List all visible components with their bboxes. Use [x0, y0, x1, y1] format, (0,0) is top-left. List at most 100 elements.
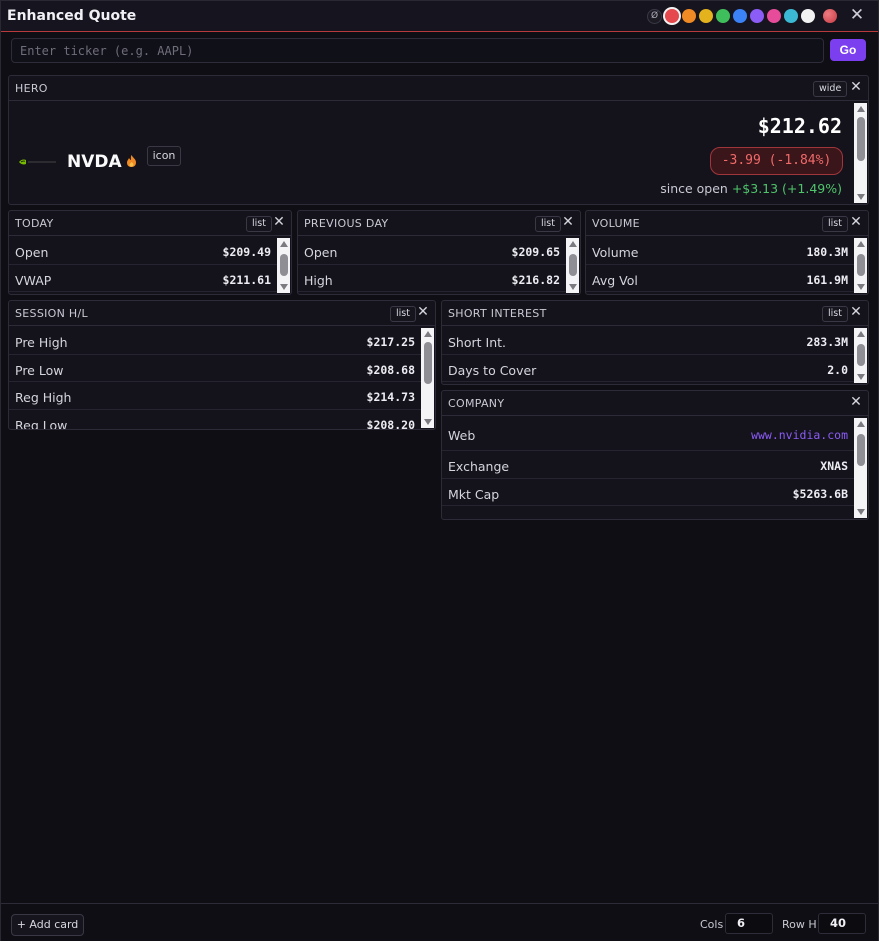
card-header: SESSION H/L list ✕ [9, 301, 435, 326]
scroll-up-icon[interactable] [857, 331, 865, 337]
row-value: $217.25 [366, 335, 415, 349]
scroll-up-icon[interactable] [857, 421, 865, 427]
company-card: COMPANY ✕ Web www.nvidia.com Exchange XN… [441, 390, 869, 520]
list-item: High $216.82 [298, 265, 566, 292]
list-item: Reg Low $208.20 [9, 410, 421, 430]
list-toggle-button[interactable]: list [246, 216, 272, 232]
list-item: Days to Cover 2.0 [442, 355, 854, 382]
swatch-white[interactable] [801, 9, 815, 23]
card-body: Open $209.65 High $216.82 [298, 237, 566, 294]
flame-icon [127, 155, 136, 167]
scroll-thumb[interactable] [857, 254, 865, 276]
scroll-thumb[interactable] [569, 254, 577, 276]
cols-input[interactable]: 6 [725, 913, 773, 934]
scroll-up-icon[interactable] [857, 241, 865, 247]
scroll-up-icon[interactable] [280, 241, 288, 247]
list-toggle-button[interactable]: list [822, 216, 848, 232]
card-title: SHORT INTEREST [448, 307, 547, 320]
list-toggle-button[interactable]: list [822, 306, 848, 322]
row-value: $208.68 [366, 362, 415, 377]
swatch-purple[interactable] [750, 9, 764, 23]
swatch-orange[interactable] [682, 9, 696, 23]
swatch-none[interactable]: Ø [647, 9, 662, 24]
list-item: Reg High $214.73 [9, 382, 421, 410]
hero-price: $212.62 [757, 114, 842, 138]
list-item: VWAP $211.61 [9, 265, 277, 292]
scroll-down-icon[interactable] [857, 509, 865, 515]
scroll-down-icon[interactable] [569, 284, 577, 290]
card-header: PREVIOUS DAY list ✕ [298, 211, 580, 236]
add-card-button[interactable]: + Add card [11, 914, 84, 936]
row-value: 161.9M [806, 272, 848, 287]
row-label: Exchange [448, 459, 510, 474]
ticker-input[interactable] [11, 38, 824, 63]
card-title: TODAY [15, 217, 54, 230]
hero-symbol: NVDA [67, 152, 122, 172]
scrollbar[interactable] [854, 418, 867, 518]
card-close-icon[interactable]: ✕ [849, 394, 863, 410]
swatch-pink[interactable] [767, 9, 781, 23]
scroll-up-icon[interactable] [569, 241, 577, 247]
scroll-thumb[interactable] [280, 254, 288, 276]
scroll-up-icon[interactable] [424, 331, 432, 337]
card-header: HERO wide ✕ [9, 76, 868, 101]
since-open: since open +$3.13 (+1.49%) [660, 181, 842, 196]
window-close-icon[interactable]: ✕ [848, 6, 866, 24]
scrollbar[interactable] [277, 238, 290, 293]
list-item: Pre Low $208.68 [9, 355, 421, 382]
swatch-yellow[interactable] [699, 9, 713, 23]
row-value: $216.82 [511, 272, 560, 287]
scroll-thumb[interactable] [857, 344, 865, 366]
scrollbar[interactable] [854, 103, 867, 203]
card-close-icon[interactable]: ✕ [272, 214, 286, 230]
card-close-icon[interactable]: ✕ [849, 79, 863, 95]
row-label: Open [304, 245, 338, 260]
list-toggle-button[interactable]: list [390, 306, 416, 322]
card-close-icon[interactable]: ✕ [416, 304, 430, 320]
wide-toggle-button[interactable]: wide [813, 81, 848, 97]
footer-bar: + Add card Cols 6 Row H 40 [1, 903, 878, 941]
swatch-green[interactable] [716, 9, 730, 23]
row-label: Avg Vol [592, 272, 638, 288]
previous-day-card: PREVIOUS DAY list ✕ Open $209.65 High $2… [297, 210, 581, 295]
row-height-input[interactable]: 40 [818, 913, 866, 934]
list-toggle-button[interactable]: list [535, 216, 561, 232]
scroll-down-icon[interactable] [280, 284, 288, 290]
company-website-link[interactable]: www.nvidia.com [751, 428, 848, 442]
swatch-cyan[interactable] [784, 9, 798, 23]
scroll-thumb[interactable] [424, 342, 432, 384]
swatch-red[interactable] [665, 9, 679, 23]
card-close-icon[interactable]: ✕ [849, 304, 863, 320]
scroll-down-icon[interactable] [857, 284, 865, 290]
row-label: Pre High [15, 335, 68, 350]
card-title: SESSION H/L [15, 307, 88, 320]
scroll-thumb[interactable] [857, 117, 865, 161]
cols-label: Cols [700, 918, 724, 931]
list-item: Mkt Cap $5263.6B [442, 479, 854, 506]
row-value: 283.3M [806, 335, 848, 349]
accent-color-indicator[interactable] [823, 9, 837, 23]
scroll-down-icon[interactable] [424, 419, 432, 425]
row-label: VWAP [15, 272, 52, 288]
go-button[interactable]: Go [830, 39, 866, 61]
icon-toggle-button[interactable]: icon [147, 146, 181, 166]
row-label: Web [448, 428, 476, 443]
card-header: COMPANY ✕ [442, 391, 868, 416]
card-header: SHORT INTEREST list ✕ [442, 301, 868, 326]
scrollbar[interactable] [566, 238, 579, 293]
list-item: Open $209.49 [9, 237, 277, 265]
card-close-icon[interactable]: ✕ [849, 214, 863, 230]
scrollbar[interactable] [854, 328, 867, 383]
scroll-down-icon[interactable] [857, 194, 865, 200]
scroll-thumb[interactable] [857, 434, 865, 466]
swatch-blue[interactable] [733, 9, 747, 23]
scroll-down-icon[interactable] [857, 374, 865, 380]
scrollbar[interactable] [854, 238, 867, 293]
enhanced-quote-window: Enhanced Quote Ø ✕ Go HERO wide ✕ [0, 0, 879, 941]
scrollbar[interactable] [421, 328, 434, 428]
since-open-value: +$3.13 (+1.49%) [731, 181, 842, 196]
card-close-icon[interactable]: ✕ [561, 214, 575, 230]
row-value: 2.0 [827, 362, 848, 377]
scroll-up-icon[interactable] [857, 106, 865, 112]
row-value: $211.61 [222, 272, 271, 287]
